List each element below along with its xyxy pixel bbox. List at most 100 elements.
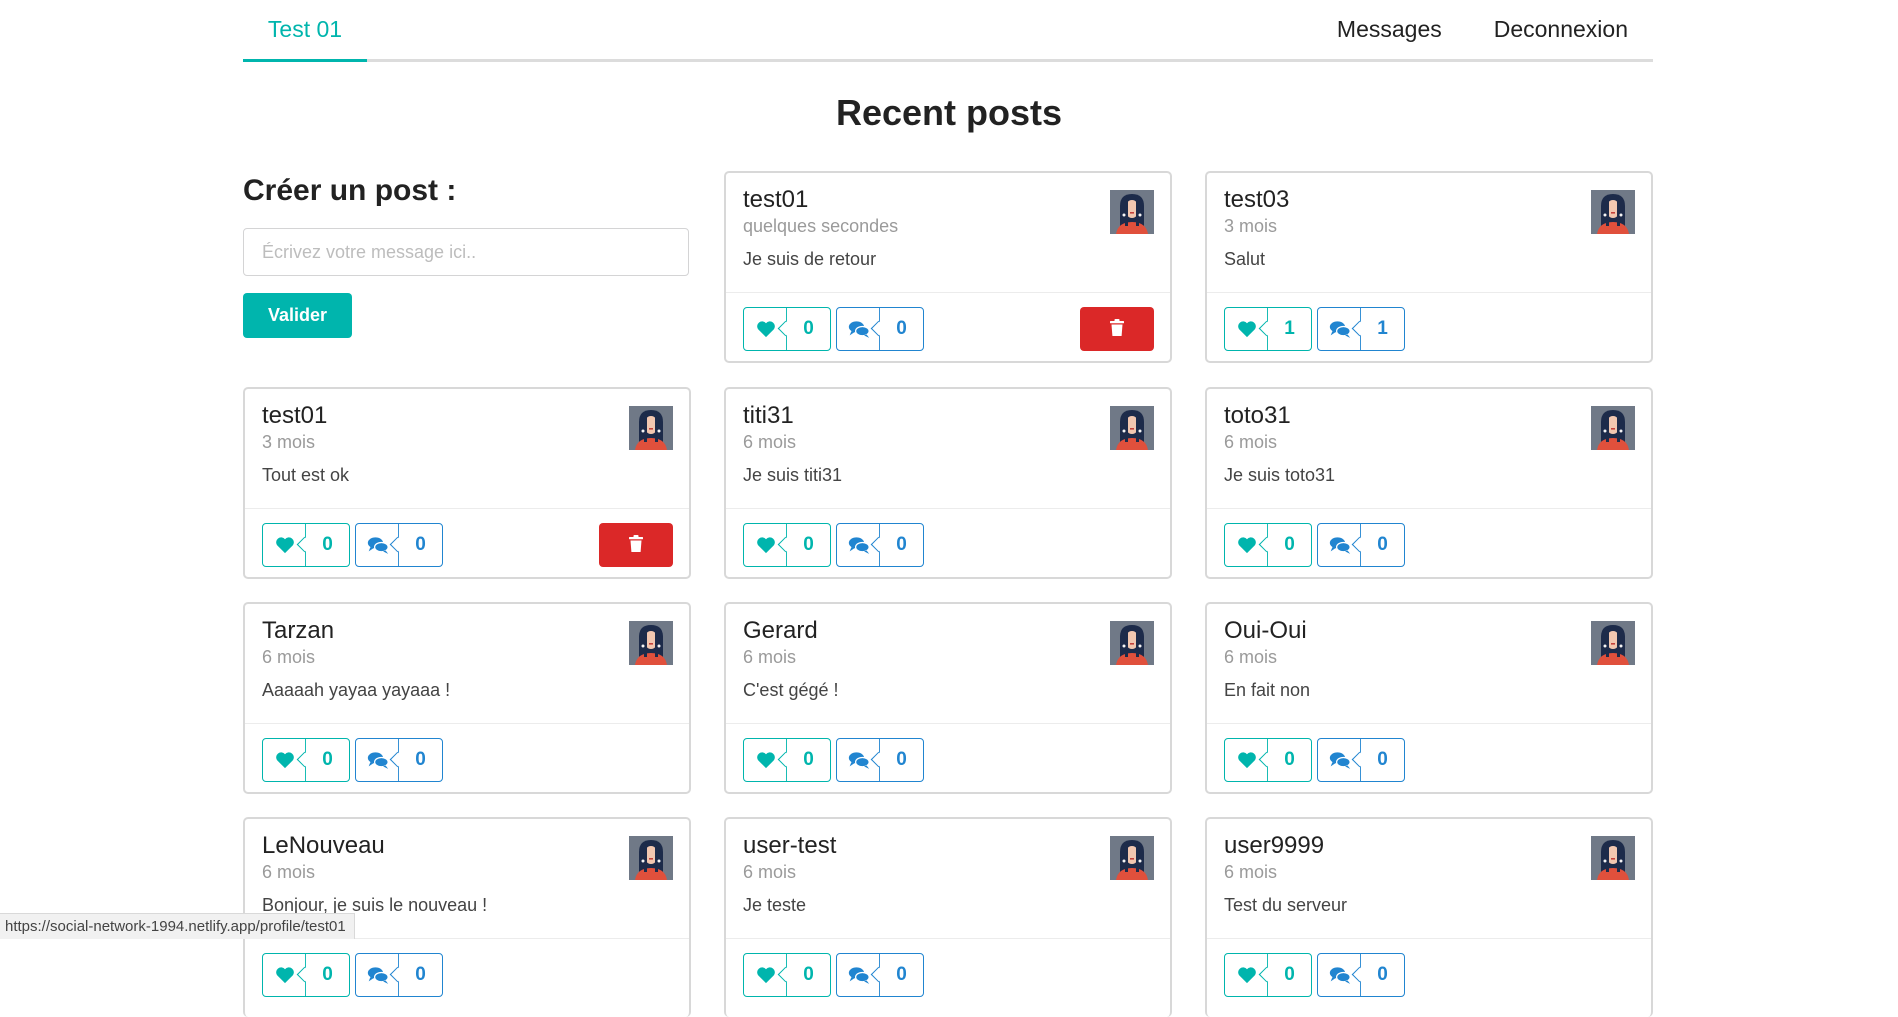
card-divider	[1207, 938, 1651, 939]
post-author[interactable]: titi31	[743, 402, 794, 430]
post-actions: 0 0	[1224, 523, 1405, 567]
comment-button[interactable]: 0	[1317, 523, 1405, 567]
nav-messages-link[interactable]: Messages	[1337, 16, 1442, 43]
like-button[interactable]: 0	[743, 307, 831, 351]
avatar[interactable]	[629, 406, 673, 450]
post-card: Tarzan 6 mois Aaaaah yayaa yayaaa ! 0 0	[243, 602, 691, 794]
avatar[interactable]	[1110, 190, 1154, 234]
post-time: 6 mois	[743, 862, 797, 882]
like-count: 1	[1267, 308, 1311, 350]
comment-button[interactable]: 0	[836, 953, 924, 997]
like-button[interactable]: 1	[1224, 307, 1312, 351]
post-author[interactable]: user9999	[1224, 832, 1324, 860]
post-author[interactable]: toto31	[1224, 402, 1291, 430]
submit-post-button[interactable]: Valider	[243, 293, 352, 338]
post-message-input[interactable]	[243, 228, 689, 276]
avatar[interactable]	[1591, 621, 1635, 665]
like-button[interactable]: 0	[1224, 953, 1312, 997]
comment-count: 1	[1360, 308, 1404, 350]
post-actions: 0 0	[743, 738, 924, 782]
post-author[interactable]: LeNouveau	[262, 832, 385, 860]
avatar[interactable]	[1110, 621, 1154, 665]
comment-count: 0	[1360, 954, 1404, 996]
comment-button[interactable]: 0	[1317, 953, 1405, 997]
comment-button[interactable]: 0	[836, 307, 924, 351]
card-divider	[1207, 508, 1651, 509]
comment-count: 0	[398, 524, 442, 566]
post-time: 3 mois	[262, 432, 316, 452]
like-button[interactable]: 0	[262, 738, 350, 782]
avatar[interactable]	[629, 836, 673, 880]
avatar[interactable]	[1110, 836, 1154, 880]
post-card: toto31 6 mois Je suis toto31 0 0	[1205, 387, 1653, 579]
page-title: Recent posts	[835, 92, 1063, 133]
comment-button[interactable]: 0	[355, 523, 443, 567]
post-text: Je suis titi31	[743, 465, 843, 485]
avatar[interactable]	[1591, 190, 1635, 234]
create-post-title: Créer un post :	[243, 174, 457, 207]
post-card: user-test 6 mois Je teste 0 0	[724, 817, 1172, 1017]
comment-count: 0	[879, 524, 923, 566]
comment-count: 0	[879, 308, 923, 350]
nav-right-menu: Messages Deconnexion	[1337, 0, 1628, 58]
comment-button[interactable]: 0	[1317, 738, 1405, 782]
card-divider	[1207, 723, 1651, 724]
post-card: test01 quelques secondes Je suis de reto…	[724, 171, 1172, 363]
card-divider	[726, 508, 1170, 509]
avatar[interactable]	[1591, 836, 1635, 880]
comment-button[interactable]: 0	[355, 738, 443, 782]
post-text: Je suis de retour	[743, 249, 877, 269]
post-time: 3 mois	[1224, 216, 1278, 236]
comment-button[interactable]: 0	[836, 523, 924, 567]
like-count: 0	[305, 739, 349, 781]
comment-count: 0	[1360, 739, 1404, 781]
post-actions: 0 0	[262, 523, 443, 567]
post-actions: 1 1	[1224, 307, 1405, 351]
like-button[interactable]: 0	[262, 523, 350, 567]
post-author[interactable]: test03	[1224, 186, 1289, 214]
top-nav: Test 01 Messages Deconnexion	[243, 0, 1653, 62]
like-button[interactable]: 0	[743, 953, 831, 997]
post-author[interactable]: Oui-Oui	[1224, 617, 1307, 645]
card-divider	[726, 292, 1170, 293]
avatar[interactable]	[1110, 406, 1154, 450]
post-text: Je suis toto31	[1224, 465, 1336, 485]
post-author[interactable]: Tarzan	[262, 617, 334, 645]
delete-post-button[interactable]	[1080, 307, 1154, 351]
post-author[interactable]: user-test	[743, 832, 836, 860]
like-button[interactable]: 0	[743, 738, 831, 782]
post-actions: 0 0	[1224, 953, 1405, 997]
comment-button[interactable]: 0	[355, 953, 443, 997]
like-count: 0	[305, 524, 349, 566]
post-card: test03 3 mois Salut 1 1	[1205, 171, 1653, 363]
post-card: Gerard 6 mois C'est gégé ! 0 0	[724, 602, 1172, 794]
like-button[interactable]: 0	[1224, 738, 1312, 782]
avatar[interactable]	[629, 621, 673, 665]
trash-icon	[1109, 318, 1125, 340]
like-count: 0	[786, 954, 830, 996]
like-count: 0	[1267, 739, 1311, 781]
post-card: titi31 6 mois Je suis titi31 0 0	[724, 387, 1172, 579]
post-actions: 0 0	[743, 307, 924, 351]
like-button[interactable]: 0	[262, 953, 350, 997]
post-actions: 0 0	[743, 523, 924, 567]
post-author[interactable]: Gerard	[743, 617, 818, 645]
comment-button[interactable]: 1	[1317, 307, 1405, 351]
tab-profile[interactable]: Test 01	[243, 0, 367, 62]
like-button[interactable]: 0	[743, 523, 831, 567]
post-author[interactable]: test01	[262, 402, 327, 430]
post-time: 6 mois	[743, 647, 797, 667]
post-time: 6 mois	[1224, 647, 1278, 667]
post-author[interactable]: test01	[743, 186, 808, 214]
post-time: 6 mois	[743, 432, 797, 452]
comment-button[interactable]: 0	[836, 738, 924, 782]
like-button[interactable]: 0	[1224, 523, 1312, 567]
nav-logout-link[interactable]: Deconnexion	[1494, 16, 1628, 43]
like-count: 0	[786, 739, 830, 781]
like-count: 0	[305, 954, 349, 996]
post-actions: 0 0	[262, 738, 443, 782]
comment-count: 0	[879, 739, 923, 781]
post-text: Test du serveur	[1224, 895, 1348, 915]
avatar[interactable]	[1591, 406, 1635, 450]
delete-post-button[interactable]	[599, 523, 673, 567]
